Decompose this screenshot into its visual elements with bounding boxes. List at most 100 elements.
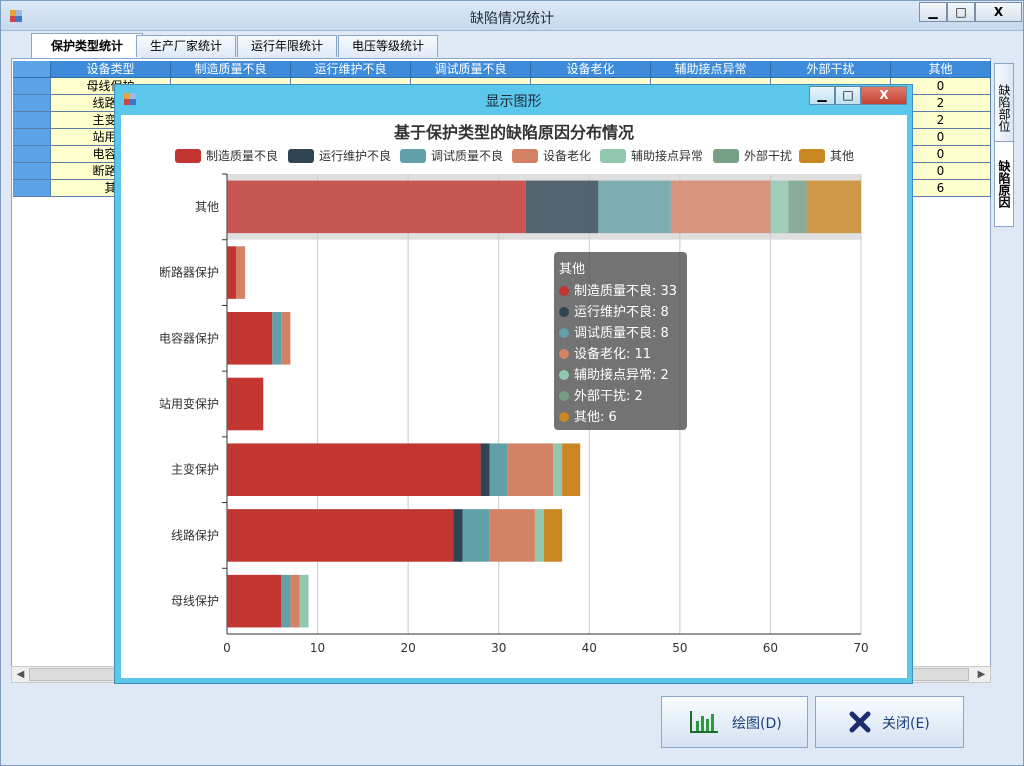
minimize-button[interactable]: ▁ [919,2,947,22]
legend-swatch [799,149,825,163]
row-header-cell[interactable] [13,163,51,180]
tooltip-row: 辅助接点异常: 2 [559,365,682,386]
column-header[interactable]: 设备老化 [531,61,651,78]
y-category-label: 线路保护 [171,527,219,542]
y-category-label: 主变保护 [171,462,219,477]
row-header-cell[interactable] [13,78,51,95]
row-header-cell[interactable] [13,180,51,197]
tooltip-value: 调试质量不良: 8 [574,326,669,341]
tab-strip: 保护类型统计 生产厂家统计 运行年限统计 电压等级统计 [11,33,1021,59]
draw-button[interactable]: 绘图(D) [661,696,808,748]
bar-segment [670,180,771,234]
bar-segment [544,509,563,562]
legend-label: 其他 [830,149,854,163]
row-header-cell[interactable] [13,61,51,78]
x-tick-label: 10 [310,641,325,655]
column-header[interactable]: 设备类型 [51,61,171,78]
tooltip-value: 外部干扰: 2 [574,389,643,404]
y-category-label: 电容器保护 [159,330,219,345]
main-titlebar[interactable]: 缺陷情况统计 ▁ □ X [1,1,1023,31]
scroll-left-icon[interactable]: ◀ [12,667,29,682]
tooltip-row: 调试质量不良: 8 [559,323,682,344]
tab-protection-type[interactable]: 保护类型统计 [31,33,143,59]
legend-label: 辅助接点异常 [631,148,703,163]
row-header-cell[interactable] [13,95,51,112]
bar-segment [598,180,671,234]
bar-segment [480,443,490,496]
x-tick-label: 60 [763,641,778,655]
dialog-titlebar[interactable]: 显示图形 ▁ □ X [115,85,912,113]
bar-segment [290,574,300,628]
legend-dot-icon [559,349,569,359]
bar-segment [525,180,599,234]
chart-dialog: 显示图形 ▁ □ X 基于保护类型的缺陷原因分布情况 制造质量不良 运行维护不良 调试… [114,84,913,684]
maximize-button[interactable]: □ [947,2,975,22]
dialog-minimize-button[interactable]: ▁ [809,86,835,105]
y-category-label: 断路器保护 [159,265,219,280]
tab-service-years[interactable]: 运行年限统计 [237,35,337,57]
column-header[interactable]: 外部干扰 [771,61,891,78]
legend-dot-icon [559,370,569,380]
x-tick-label: 40 [582,641,597,655]
bar-segment [453,509,463,562]
row-header-cell[interactable] [13,146,51,163]
dialog-maximize-button[interactable]: □ [835,86,861,105]
bar-segment [562,443,581,496]
bar-segment [227,180,526,234]
tooltip-row: 外部干扰: 2 [559,386,682,407]
close-button-label: 关闭(E) [882,716,930,732]
y-category-label: 站用变保护 [159,396,219,411]
column-header[interactable]: 其他 [891,61,991,78]
tooltip-row: 其他: 6 [559,407,682,428]
tab-voltage-level[interactable]: 电压等级统计 [338,35,438,57]
bar-segment [227,509,454,562]
bar-segment [227,377,264,431]
column-header[interactable]: 制造质量不良 [171,61,291,78]
bar-segment [462,509,490,562]
column-header[interactable]: 辅助接点异常 [651,61,771,78]
x-tick-label: 50 [672,641,687,655]
chart-area: 基于保护类型的缺陷原因分布情况 制造质量不良 运行维护不良 调试质量不良 设备老化 辅助接… [121,115,907,678]
close-window-button[interactable]: X [975,2,1022,22]
legend-swatch [288,149,314,163]
bar-segment [227,574,282,628]
legend-label: 外部干扰 [744,148,792,163]
scroll-right-icon[interactable]: ▶ [973,667,990,682]
column-header[interactable]: 调试质量不良 [411,61,531,78]
row-header-cell[interactable] [13,112,51,129]
side-tab-defect-location[interactable]: 缺陷部位 [994,63,1014,153]
legend-label: 运行维护不良 [319,148,391,163]
tooltip-row: 运行维护不良: 8 [559,302,682,323]
bar-segment [227,443,481,496]
legend-label: 制造质量不良 [206,148,278,163]
bar-segment [806,180,861,234]
legend-swatch [713,149,739,163]
x-tick-label: 30 [491,641,506,655]
stacked-bar-chart: 基于保护类型的缺陷原因分布情况制造质量不良 运行维护不良 调试质量不良 设备老化 辅助接… [159,123,869,655]
tooltip-value: 其他: 6 [574,410,617,425]
bar-segment [534,509,544,562]
y-category-label: 母线保护 [171,594,219,608]
chart-tooltip: 其他 制造质量不良: 33 运行维护不良: 8 调试质量不良: 8 设备老化: 11 辅… [554,252,687,430]
row-header-cell[interactable] [13,129,51,146]
column-header[interactable]: 运行维护不良 [291,61,411,78]
tooltip-row: 制造质量不良: 33 [559,281,682,302]
tab-manufacturer[interactable]: 生产厂家统计 [136,35,236,57]
legend-dot-icon [559,307,569,317]
bar-segment [281,312,291,365]
x-tick-label: 0 [223,641,231,655]
side-tab-defect-cause[interactable]: 缺陷原因 [994,141,1014,227]
legend-dot-icon [559,391,569,401]
legend-label: 设备老化 [543,149,591,163]
bar-segment [272,312,282,365]
close-x-icon [849,711,871,733]
legend-swatch [400,149,426,163]
chart-title: 基于保护类型的缺陷原因分布情况 [393,123,634,142]
legend-label: 调试质量不良 [431,148,503,163]
grid-header-row[interactable]: 设备类型 制造质量不良 运行维护不良 调试质量不良 设备老化 辅助接点异常 外部干扰 其他 [13,61,991,78]
legend-swatch [175,149,201,163]
tooltip-value: 运行维护不良: 8 [574,305,669,320]
dialog-close-button[interactable]: X [861,86,907,105]
close-button[interactable]: 关闭(E) [815,696,964,748]
legend-dot-icon [559,412,569,422]
